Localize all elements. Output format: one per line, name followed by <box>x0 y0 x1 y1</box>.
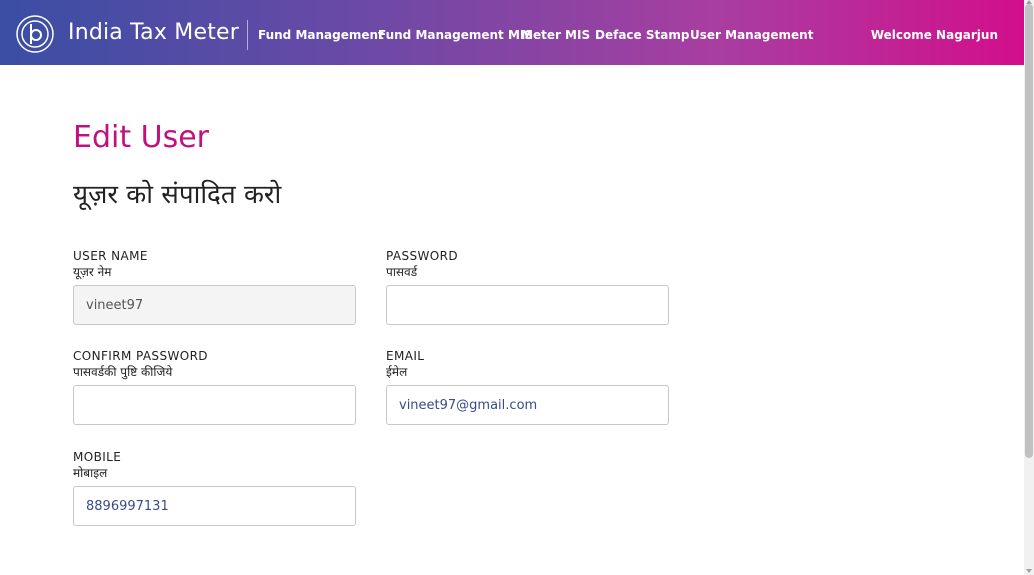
username-label: USER NAME <box>73 249 148 263</box>
username-input <box>73 285 356 325</box>
password-label-hindi: पासवर्ड <box>386 265 418 279</box>
email-field: EMAIL ईमेल <box>386 348 669 425</box>
top-navbar: India Tax Meter Fund Management Fund Man… <box>0 0 1024 65</box>
password-input[interactable] <box>386 285 669 325</box>
confirm-password-input[interactable] <box>73 385 356 425</box>
pb-logo-icon[interactable] <box>15 14 55 54</box>
brand-divider <box>247 20 248 50</box>
mobile-label: MOBILE <box>73 450 122 464</box>
mobile-input[interactable] <box>73 486 356 526</box>
username-label-hindi: यूज़र नेम <box>73 265 112 279</box>
mobile-label-hindi: मोबाइल <box>73 466 108 480</box>
email-label-hindi: ईमेल <box>386 365 408 379</box>
scroll-down-icon[interactable] <box>1026 569 1032 573</box>
nav-user-management[interactable]: User Management <box>690 28 813 42</box>
confirm-password-label: CONFIRM PASSWORD <box>73 349 208 363</box>
confirm-password-label-hindi: पासवर्डकी पुष्टि कीजिये <box>73 365 173 379</box>
nav-deface-stamp[interactable]: Deface Stamp <box>595 28 689 42</box>
vertical-scrollbar[interactable] <box>1024 0 1034 575</box>
welcome-user[interactable]: Welcome Nagarjun <box>871 28 998 42</box>
nav-fund-management[interactable]: Fund Management <box>258 28 384 42</box>
scrollbar-thumb[interactable] <box>1025 4 1033 458</box>
mobile-field: MOBILE मोबाइल <box>73 449 356 526</box>
password-label: PASSWORD <box>386 249 459 263</box>
page-title: Edit User <box>73 120 210 155</box>
email-label: EMAIL <box>386 349 425 363</box>
confirm-password-field: CONFIRM PASSWORD पासवर्डकी पुष्टि कीजिये <box>73 348 356 425</box>
nav-meter-mis[interactable]: Meter MIS <box>521 28 590 42</box>
nav-fund-management-mis[interactable]: Fund Management MIS <box>378 28 533 42</box>
brand-title[interactable]: India Tax Meter <box>68 20 239 45</box>
password-field: PASSWORD पासवर्ड <box>386 248 669 325</box>
email-input[interactable] <box>386 385 669 425</box>
username-field: USER NAME यूज़र नेम <box>73 248 356 325</box>
page-subtitle-hindi: यूज़र को संपादित करो <box>73 180 282 210</box>
